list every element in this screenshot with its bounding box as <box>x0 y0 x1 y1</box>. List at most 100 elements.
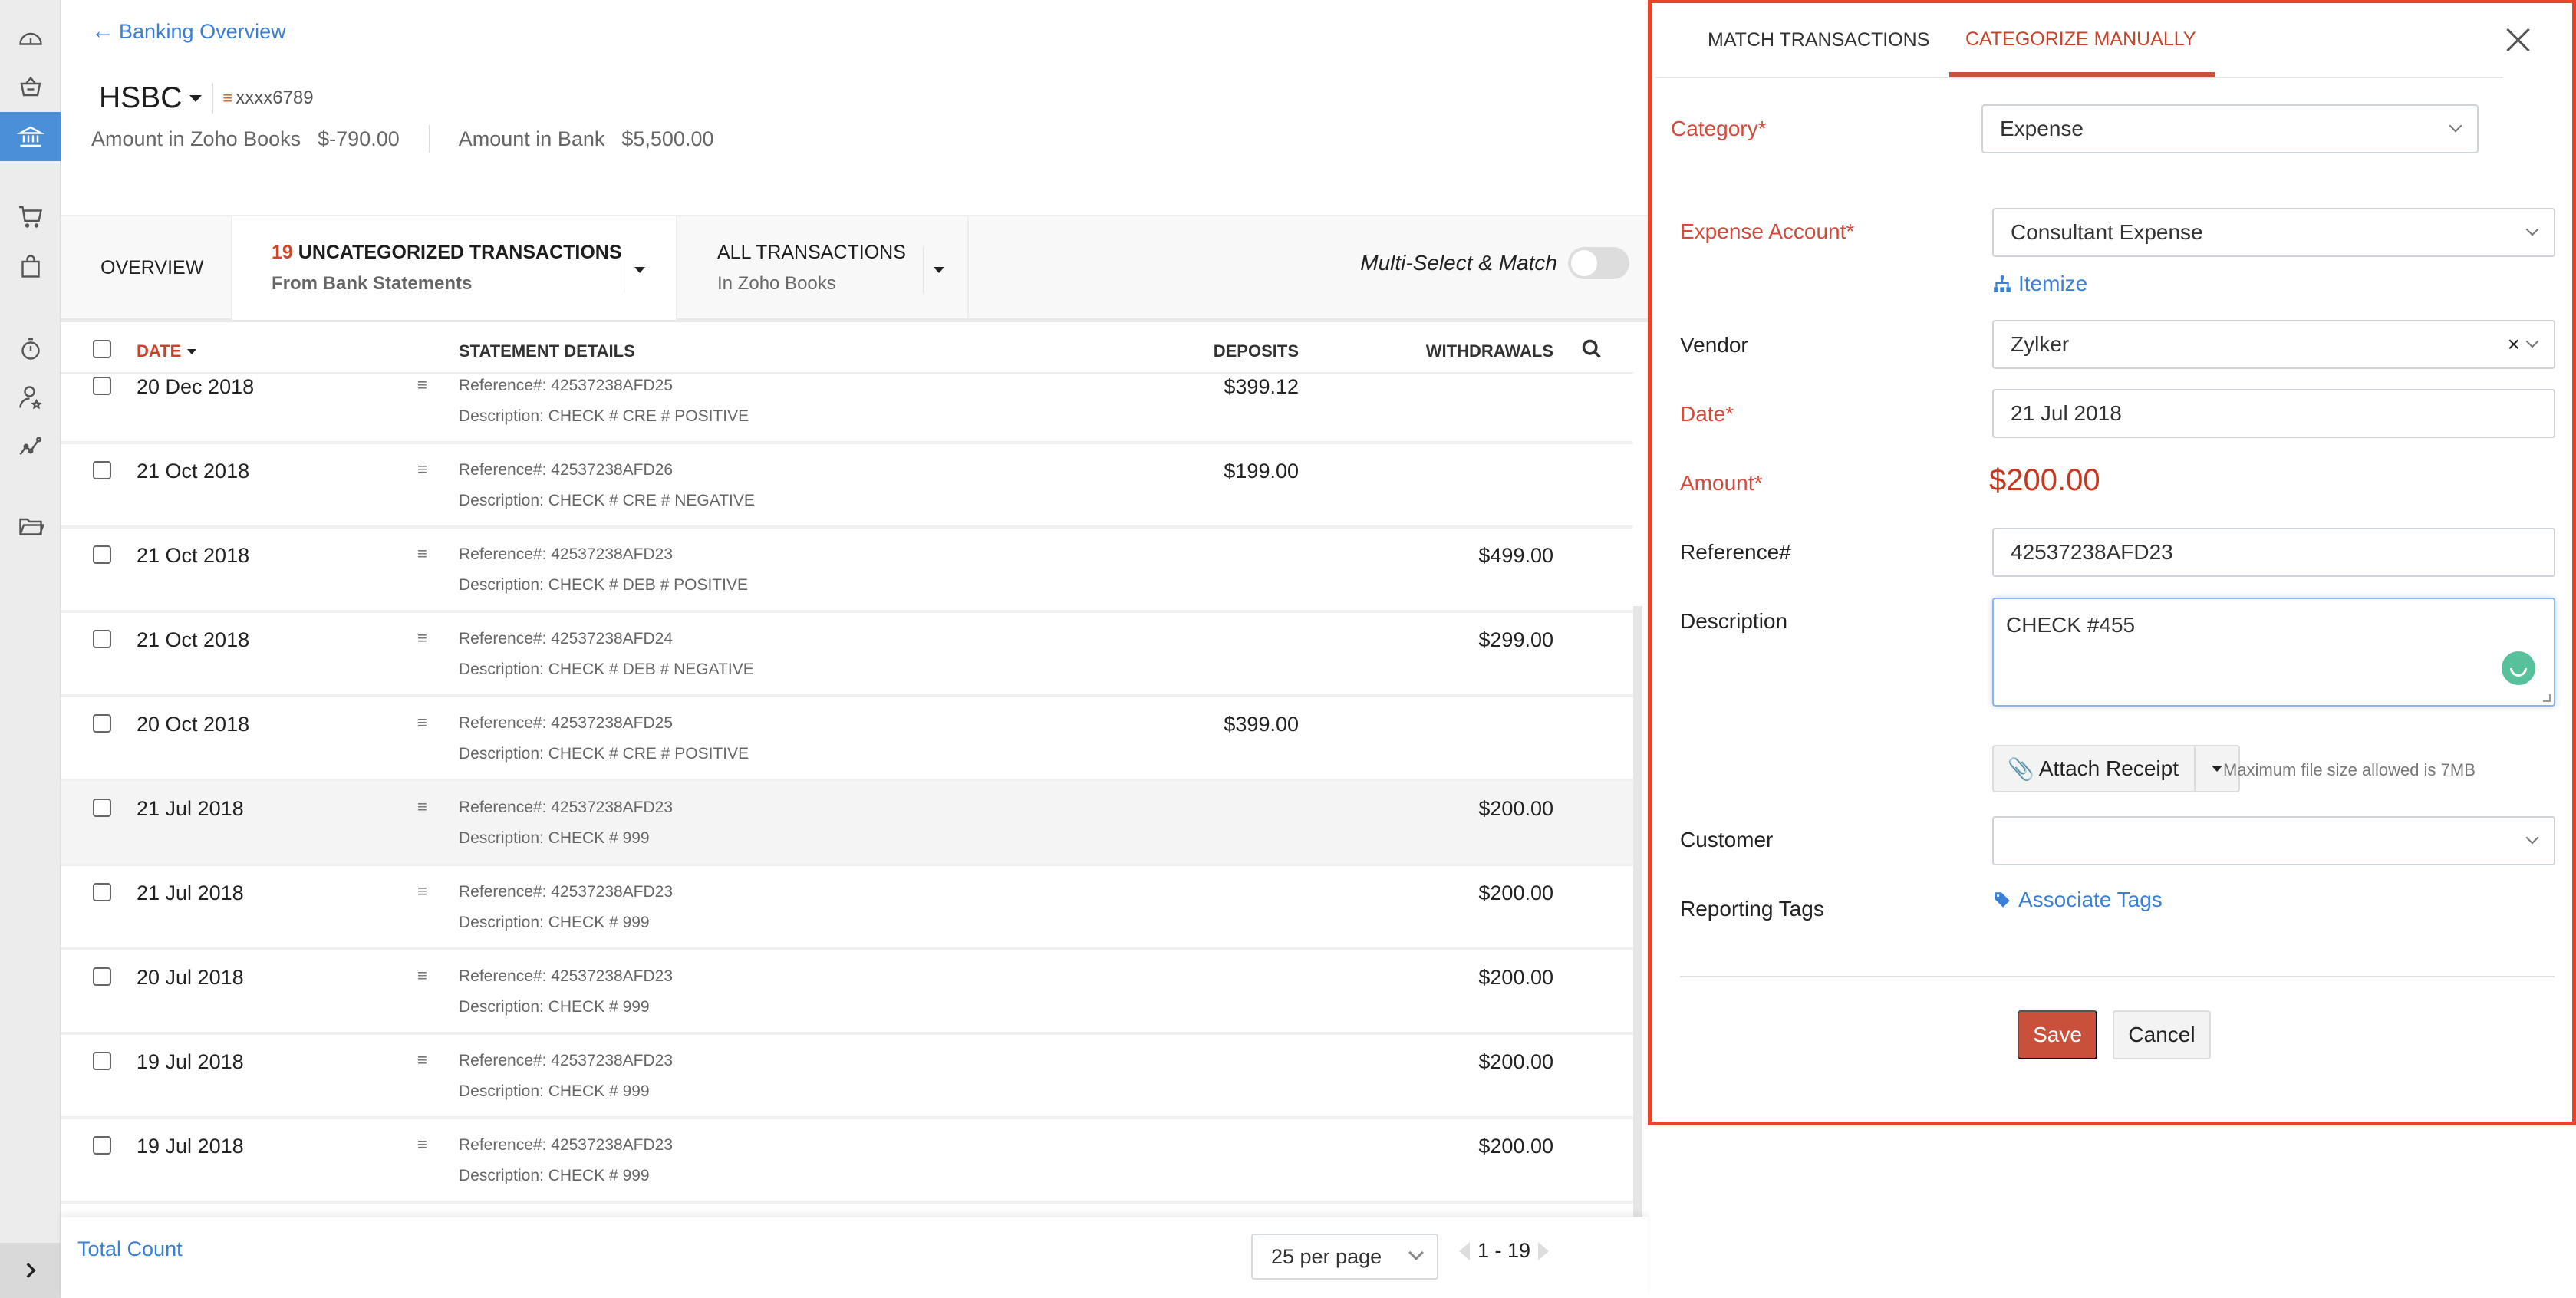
attach-receipt-button[interactable]: 📎 Attach Receipt <box>1994 746 2196 791</box>
grammarly-icon[interactable] <box>2502 651 2535 685</box>
expense-account-label: Expense Account* <box>1680 219 1855 243</box>
row-checkbox[interactable] <box>93 967 111 986</box>
reporting-tags-label: Reporting Tags <box>1680 897 1824 921</box>
table-row[interactable]: 21 Oct 2018 ≡ Reference#: 42537238AFD24 Des… <box>61 613 1633 697</box>
cancel-button[interactable]: Cancel <box>2113 1010 2211 1059</box>
sidebar-item-sales[interactable] <box>0 199 61 233</box>
back-to-banking-overview-link[interactable]: ← Banking Overview <box>91 18 286 44</box>
uncategorized-count: 19 <box>272 242 293 263</box>
cart-icon <box>18 206 42 228</box>
row-deposit: $399.00 <box>1224 713 1299 736</box>
tab-all-transactions[interactable]: ALL TRANSACTIONS In Zoho Books <box>677 216 969 320</box>
row-checkbox[interactable] <box>93 883 111 901</box>
tab-overview[interactable]: OVERVIEW <box>61 216 232 320</box>
table-row[interactable]: 21 Oct 2018 ≡ Reference#: 42537238AFD23 Des… <box>61 529 1633 613</box>
row-reference: Reference#: 42537238AFD23 <box>459 1136 674 1154</box>
vendor-select[interactable]: Zylker × <box>1992 320 2555 369</box>
resize-handle[interactable] <box>2543 694 2551 702</box>
amount-bank-label: Amount in Bank <box>458 127 605 150</box>
sidebar-item-documents[interactable] <box>0 509 61 543</box>
column-date-header[interactable]: DATE <box>137 341 197 361</box>
save-button[interactable]: Save <box>2018 1010 2097 1059</box>
row-withdrawal: $200.00 <box>1478 1135 1553 1158</box>
reference-input[interactable]: 42537238AFD23 <box>1992 528 2555 577</box>
row-deposit: $199.00 <box>1224 460 1299 483</box>
clear-vendor-button[interactable]: × <box>2508 332 2520 357</box>
amount-books-label: Amount in Zoho Books <box>91 127 301 150</box>
hierarchy-icon <box>1994 275 2011 292</box>
multi-select-toggle[interactable] <box>1568 247 1629 279</box>
row-checkbox[interactable] <box>93 714 111 733</box>
sidebar-item-accountant[interactable] <box>0 381 61 414</box>
sidebar-item-purchases[interactable] <box>0 249 61 283</box>
category-select[interactable]: Expense <box>1981 104 2479 153</box>
row-date: 20 Dec 2018 <box>137 375 255 398</box>
sidebar-item-dashboard[interactable] <box>0 21 61 55</box>
all-transactions-filter-dropdown[interactable] <box>923 247 954 293</box>
itemize-link[interactable]: Itemize <box>1992 272 2087 296</box>
tab-uncategorized-title-row: 19 UNCATEGORIZED TRANSACTIONS <box>272 242 676 264</box>
table-row[interactable]: 20 Jul 2018 ≡ Reference#: 42537238AFD23 Des… <box>61 950 1633 1035</box>
chevron-right-icon <box>26 1263 36 1278</box>
associate-tags-link[interactable]: Associate Tags <box>1992 888 2163 912</box>
sort-desc-icon <box>187 348 197 354</box>
tab-match-transactions[interactable]: MATCH TRANSACTIONS <box>1708 29 1929 51</box>
arrow-left-icon: ← <box>91 18 114 44</box>
divider <box>1680 976 2555 977</box>
sidebar-item-reports[interactable] <box>0 430 61 463</box>
row-checkbox[interactable] <box>93 799 111 817</box>
bank-switch-dropdown-icon[interactable] <box>189 94 203 102</box>
row-checkbox[interactable] <box>93 1136 111 1155</box>
next-page-button[interactable] <box>1538 1241 1550 1260</box>
divider <box>212 83 214 114</box>
per-page-select[interactable]: 25 per page <box>1251 1234 1438 1280</box>
table-row[interactable]: 21 Jul 2018 ≡ Reference#: 42537238AFD23 Des… <box>61 782 1633 866</box>
amount-bank-value: $5,500.00 <box>621 127 714 150</box>
shopping-bag-icon <box>21 255 40 278</box>
row-withdrawal: $200.00 <box>1478 1050 1553 1073</box>
row-checkbox[interactable] <box>93 377 111 395</box>
table-search-button[interactable] <box>1581 338 1603 364</box>
row-date: 21 Oct 2018 <box>137 628 250 651</box>
sidebar-expand-button[interactable] <box>0 1243 61 1298</box>
date-input[interactable]: 21 Jul 2018 <box>1992 389 2555 438</box>
reference-label: Reference# <box>1680 540 1791 564</box>
select-all-checkbox[interactable] <box>93 340 111 358</box>
sidebar-item-banking[interactable] <box>0 112 61 161</box>
row-reference: Reference#: 42537238AFD23 <box>459 1052 674 1069</box>
table-row[interactable]: 20 Dec 2018 ≡ Reference#: 42537238AFD25 Des… <box>61 374 1633 444</box>
uncategorized-filter-dropdown[interactable] <box>624 247 654 293</box>
chevron-down-icon <box>2525 831 2539 845</box>
caret-down-icon <box>634 267 645 273</box>
previous-page-button[interactable] <box>1459 1241 1470 1260</box>
row-description: Description: CHECK # 999 <box>459 914 650 931</box>
tab-categorize-manually[interactable]: CATEGORIZE MANUALLY <box>1965 28 2196 51</box>
chevron-down-icon <box>2525 222 2539 236</box>
sidebar-item-time-tracking[interactable] <box>0 331 61 365</box>
row-checkbox[interactable] <box>93 545 111 564</box>
table-row[interactable]: 19 Jul 2018 ≡ Reference#: 42537238AFD23 Des… <box>61 1119 1633 1204</box>
row-checkbox[interactable] <box>93 461 111 479</box>
tab-uncategorized-transactions[interactable]: 19 UNCATEGORIZED TRANSACTIONS From Bank … <box>232 216 677 320</box>
table-row[interactable]: 21 Jul 2018 ≡ Reference#: 42537238AFD23 Des… <box>61 866 1633 950</box>
table-row[interactable]: 21 Oct 2018 ≡ Reference#: 42537238AFD26 Des… <box>61 444 1633 529</box>
date-value: 21 Jul 2018 <box>2011 401 2122 425</box>
table-row[interactable]: 20 Oct 2018 ≡ Reference#: 42537238AFD25 Des… <box>61 697 1633 782</box>
row-description: Description: CHECK # DEB # POSITIVE <box>459 576 748 594</box>
divider <box>428 125 430 153</box>
sidebar-item-items[interactable] <box>0 69 61 103</box>
row-checkbox[interactable] <box>93 630 111 648</box>
total-count-link[interactable]: Total Count <box>77 1237 183 1261</box>
close-panel-button[interactable] <box>2503 25 2534 55</box>
main-content: ← Banking Overview HSBC ≡ xxxx6789 Amoun… <box>61 0 1648 1298</box>
customer-select[interactable] <box>1992 816 2555 865</box>
tab-uncategorized-title: UNCATEGORIZED TRANSACTIONS <box>298 242 622 263</box>
table-scrollbar[interactable] <box>1633 606 1642 1220</box>
row-description: Description: CHECK # CRE # POSITIVE <box>459 407 749 425</box>
reference-value: 42537238AFD23 <box>2011 540 2173 564</box>
description-textarea[interactable]: CHECK #455 <box>1992 598 2555 707</box>
chevron-down-icon <box>1408 1245 1424 1260</box>
row-checkbox[interactable] <box>93 1052 111 1070</box>
table-row[interactable]: 19 Jul 2018 ≡ Reference#: 42537238AFD23 Des… <box>61 1035 1633 1119</box>
expense-account-select[interactable]: Consultant Expense <box>1992 208 2555 257</box>
